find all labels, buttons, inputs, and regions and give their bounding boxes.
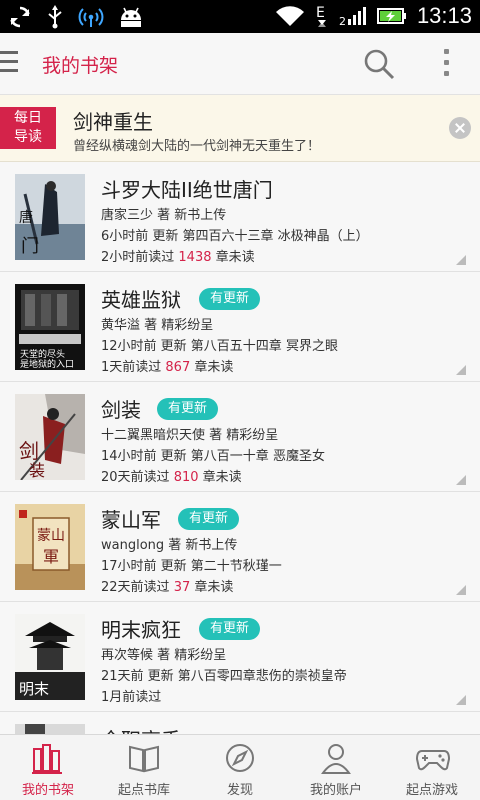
book-cover bbox=[15, 724, 85, 734]
nav-label: 发现 bbox=[226, 783, 253, 798]
nav-bookshelf[interactable]: 我的书架 bbox=[0, 735, 96, 800]
book-item[interactable]: 门 唐 斗罗大陆II绝世唐门 唐家三少 著 新书上传 6小时前 更新 第四百六十… bbox=[0, 162, 480, 272]
banner-title: 剑神重生 bbox=[73, 110, 153, 134]
read-status: 1天前读过 867 章未读 bbox=[101, 360, 234, 375]
update-badge: 有更新 bbox=[178, 508, 240, 530]
book-title: 剑装 bbox=[101, 398, 141, 422]
book-cover: 明末 bbox=[15, 614, 85, 700]
update-badge: 有更新 bbox=[157, 398, 219, 420]
svg-text:軍: 軍 bbox=[43, 547, 59, 566]
nav-discover[interactable]: 发现 bbox=[192, 735, 288, 800]
update-badge: 有更新 bbox=[199, 288, 261, 310]
nav-label: 我的账户 bbox=[309, 783, 362, 798]
book-item[interactable]: 天堂的尽头 是地狱的入口 英雄监狱 有更新 黄华溢 著 精彩纷呈 12小时前 更… bbox=[0, 272, 480, 382]
update-line: 17小时前 更新 第二十节秋瑾一 bbox=[101, 559, 282, 574]
bottom-navigation: 我的书架 起点书库 发现 我的账户 起点游戏 bbox=[0, 734, 480, 800]
read-status: 22天前读过 37 章未读 bbox=[101, 580, 234, 595]
svg-text:唐: 唐 bbox=[19, 209, 33, 226]
more-icon[interactable] bbox=[438, 49, 454, 81]
page-title: 我的书架 bbox=[42, 55, 119, 77]
open-book-icon bbox=[129, 745, 159, 773]
svg-text:明末: 明末 bbox=[19, 680, 49, 698]
svg-text:E: E bbox=[316, 5, 325, 21]
svg-text:装: 装 bbox=[29, 461, 45, 480]
nav-label: 我的书架 bbox=[21, 783, 74, 798]
unread-count: 37 bbox=[173, 580, 191, 595]
item-corner-marker bbox=[456, 585, 466, 595]
book-title: 英雄监狱 bbox=[101, 288, 181, 312]
data-e-icon: E bbox=[316, 5, 326, 27]
clock: 13:13 bbox=[416, 3, 472, 28]
banner-description: 曾经纵横魂剑大陆的一代剑神无天重生了！ bbox=[73, 139, 321, 154]
compass-icon bbox=[226, 744, 254, 772]
menu-icon[interactable] bbox=[0, 51, 20, 77]
battery-charging-icon bbox=[376, 8, 406, 24]
update-badge: 有更新 bbox=[199, 618, 261, 640]
status-bar: E 2 13:13 bbox=[0, 0, 480, 33]
daily-guide-badge: 每日 导读 bbox=[0, 107, 56, 149]
close-icon[interactable] bbox=[449, 117, 471, 139]
daily-guide-banner[interactable]: 每日 导读 剑神重生 曾经纵横魂剑大陆的一代剑神无天重生了！ bbox=[0, 95, 480, 162]
svg-text:天堂的尽头: 天堂的尽头 bbox=[20, 348, 65, 360]
author-line: 唐家三少 著 新书上传 bbox=[101, 208, 227, 223]
svg-text:蒙山: 蒙山 bbox=[37, 528, 65, 544]
book-item[interactable]: 剑 装 剑装 有更新 十二翼黑暗炽天使 著 精彩纷呈 14小时前 更新 第八百一… bbox=[0, 382, 480, 492]
book-title: 斗罗大陆II绝世唐门 bbox=[101, 178, 273, 202]
book-list: 门 唐 斗罗大陆II绝世唐门 唐家三少 著 新书上传 6小时前 更新 第四百六十… bbox=[0, 162, 480, 734]
book-item[interactable]: 全职高手 bbox=[0, 712, 480, 734]
update-line: 21天前 更新 第八百零四章悲伤的崇祯皇帝 bbox=[101, 669, 347, 684]
book-cover: 剑 装 bbox=[15, 394, 85, 480]
read-status: 2小时前读过 1438 章未读 bbox=[101, 250, 255, 265]
gamepad-icon bbox=[416, 750, 450, 771]
unread-count: 1438 bbox=[178, 250, 212, 265]
svg-text:是地狱的入口: 是地狱的入口 bbox=[20, 358, 74, 370]
search-icon[interactable] bbox=[362, 47, 396, 81]
update-line: 14小时前 更新 第八百一十章 恶魔圣女 bbox=[101, 449, 325, 464]
book-cover: 门 唐 bbox=[15, 174, 85, 260]
nav-library[interactable]: 起点书库 bbox=[96, 735, 192, 800]
read-status: 20天前读过 810 章未读 bbox=[101, 470, 242, 485]
item-corner-marker bbox=[456, 475, 466, 485]
item-corner-marker bbox=[456, 695, 466, 705]
book-title: 全职高手 bbox=[101, 724, 181, 734]
author-line: 黄华溢 著 精彩纷呈 bbox=[101, 318, 214, 333]
signal-icon: 2 bbox=[339, 7, 366, 27]
svg-text:门: 门 bbox=[21, 236, 39, 257]
book-title: 明末疯狂 bbox=[101, 618, 181, 642]
book-item[interactable]: 蒙山 軍 蒙山军 有更新 wanglong 著 新书上传 17小时前 更新 第二… bbox=[0, 492, 480, 602]
svg-text:2: 2 bbox=[339, 15, 346, 27]
android-icon bbox=[121, 7, 141, 27]
book-cover: 蒙山 軍 bbox=[15, 504, 85, 590]
wifi-hotspot-icon bbox=[78, 8, 104, 27]
app-bar: 我的书架 bbox=[0, 33, 480, 95]
author-line: wanglong 著 新书上传 bbox=[101, 538, 238, 553]
usb-icon bbox=[48, 5, 62, 29]
wifi-icon bbox=[275, 6, 304, 26]
svg-text:剑: 剑 bbox=[19, 439, 39, 463]
book-title: 蒙山军 bbox=[101, 508, 161, 532]
item-corner-marker bbox=[456, 365, 466, 375]
update-line: 12小时前 更新 第八百五十四章 冥界之眼 bbox=[101, 339, 338, 354]
read-status: 1月前读过 bbox=[101, 690, 162, 705]
author-line: 十二翼黑暗炽天使 著 精彩纷呈 bbox=[101, 428, 279, 443]
sync-icon bbox=[10, 6, 30, 28]
nav-label: 起点书库 bbox=[117, 783, 170, 798]
person-icon bbox=[321, 744, 351, 774]
bookshelf-icon bbox=[32, 744, 62, 774]
unread-count: 867 bbox=[165, 360, 191, 375]
nav-label: 起点游戏 bbox=[405, 783, 458, 798]
unread-count: 810 bbox=[173, 470, 199, 485]
book-item[interactable]: 明末 明末疯狂 有更新 再次等候 著 精彩纷呈 21天前 更新 第八百零四章悲伤… bbox=[0, 602, 480, 712]
author-line: 再次等候 著 精彩纷呈 bbox=[101, 648, 227, 663]
nav-account[interactable]: 我的账户 bbox=[288, 735, 384, 800]
update-line: 6小时前 更新 第四百六十三章 冰极神晶（上） bbox=[101, 229, 369, 244]
nav-games[interactable]: 起点游戏 bbox=[384, 735, 480, 800]
book-cover: 天堂的尽头 是地狱的入口 bbox=[15, 284, 85, 370]
item-corner-marker bbox=[456, 255, 466, 265]
